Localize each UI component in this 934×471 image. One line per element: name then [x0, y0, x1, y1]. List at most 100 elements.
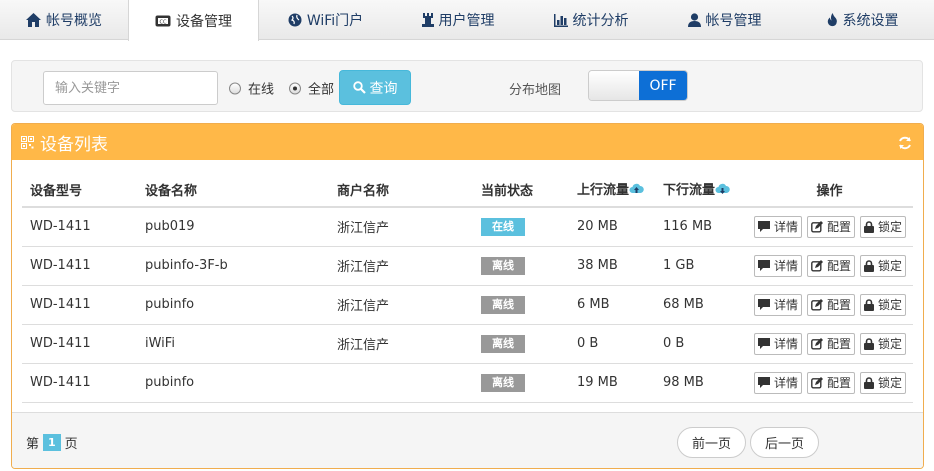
fire-icon: [827, 13, 838, 27]
map-toggle[interactable]: OFF: [588, 70, 688, 101]
query-button[interactable]: 查询: [339, 70, 411, 105]
tab-label: 系统设置: [842, 13, 899, 29]
config-label: 配置: [827, 337, 852, 351]
lock-button[interactable]: 锁定: [860, 254, 907, 277]
detail-label: 详情: [774, 337, 799, 351]
status-badge: 离线: [481, 295, 525, 314]
cell-name: iWiFi: [137, 324, 329, 364]
comment-icon: [758, 299, 772, 310]
col-upload[interactable]: 上行流量: [569, 172, 655, 208]
lock-icon: [864, 337, 876, 350]
radio-all-label: 全部: [308, 82, 335, 98]
page-prefix: 第: [26, 437, 40, 452]
cell-status: 在线: [473, 207, 569, 247]
cell-upload: 0 B: [569, 324, 655, 364]
edit-icon: [811, 259, 825, 272]
detail-label: 详情: [774, 376, 799, 390]
config-button[interactable]: 配置: [807, 254, 856, 277]
bar-chart-icon: [553, 13, 568, 27]
cell-download: 116 MB: [655, 207, 746, 247]
config-button[interactable]: 配置: [807, 332, 856, 355]
tab-wifi-portal[interactable]: WiFi门户: [259, 0, 392, 40]
col-upload-label: 上行流量: [577, 183, 630, 199]
lock-label: 锁定: [878, 376, 903, 390]
col-download-label: 下行流量: [663, 183, 716, 199]
comment-icon: [758, 338, 772, 349]
config-button[interactable]: 配置: [807, 293, 856, 316]
col-download[interactable]: 下行流量: [655, 172, 746, 208]
edit-icon: [811, 298, 825, 311]
cell-model: WD-1411: [22, 363, 137, 403]
map-label: 分布地图: [509, 83, 562, 98]
cell-model: WD-1411: [22, 246, 137, 286]
cell-model: WD-1411: [22, 207, 137, 247]
config-button[interactable]: 配置: [807, 371, 856, 394]
col-merchant: 商户名称: [329, 172, 473, 208]
cell-download: 1 GB: [655, 246, 746, 286]
config-label: 配置: [827, 220, 852, 235]
cell-actions: 详情 配置 锁定: [746, 363, 913, 403]
lock-button[interactable]: 锁定: [860, 332, 907, 355]
tab-label: 帐号概览: [46, 13, 102, 29]
tab-system-settings[interactable]: 系统设置: [791, 0, 934, 40]
tab-user-management[interactable]: 用户管理: [392, 0, 524, 40]
lock-icon: [864, 298, 876, 311]
tab-account-management[interactable]: 帐号管理: [658, 0, 791, 40]
col-model: 设备型号: [22, 172, 137, 208]
lock-label: 锁定: [878, 220, 903, 235]
tab-label: 用户管理: [438, 13, 495, 29]
radio-circle-selected: [289, 82, 301, 94]
cell-actions: 详情 配置 锁定: [746, 285, 913, 325]
detail-button[interactable]: 详情: [754, 293, 803, 316]
table-row: WD-1411 iWiFi 浙江信产 离线 0 B0 B 详情 配置 锁定: [22, 324, 913, 364]
lock-button[interactable]: 锁定: [860, 293, 907, 316]
search-panel: 在线 全部 查询 分布地图 OFF: [11, 60, 923, 112]
table-row: WD-1411 pubinfo-3F-b 浙江信产 离线 38 MB 1 GB 详情 配置 锁定: [22, 246, 913, 286]
prev-page-button[interactable]: 前一页: [677, 427, 746, 458]
tab-device-management[interactable]: CC 设备管理: [128, 0, 259, 41]
lock-label: 锁定: [878, 298, 903, 312]
lock-label: 锁定: [878, 259, 903, 273]
cell-upload: 38 MB: [569, 246, 655, 286]
edit-icon: [811, 220, 825, 233]
cell-name: pubinfo: [137, 363, 329, 403]
toggle-handle: [589, 71, 639, 100]
detail-button[interactable]: 详情: [754, 332, 803, 355]
user-icon: [687, 13, 701, 27]
lock-button[interactable]: 锁定: [860, 215, 907, 238]
detail-label: 详情: [774, 259, 799, 273]
device-list-panel: 设备列表 设备型号 设备名称 商户名称 当前状态 上行流量 下行流量 操作 WD…: [11, 123, 924, 469]
cell-actions: 详情 配置 锁定: [746, 324, 913, 364]
detail-button[interactable]: 详情: [754, 254, 803, 277]
home-icon: [26, 13, 41, 27]
detail-button[interactable]: 详情: [754, 371, 803, 394]
cell-status: 离线: [473, 285, 569, 325]
col-status: 当前状态: [473, 172, 569, 208]
next-page-button[interactable]: 后一页: [750, 427, 819, 458]
cloud-upload-icon: [629, 183, 644, 199]
svg-text:CC: CC: [160, 19, 167, 25]
status-badge: 离线: [481, 334, 525, 353]
edit-icon: [811, 337, 825, 350]
keyword-input[interactable]: [43, 71, 218, 105]
cell-actions: 详情 配置 锁定: [746, 246, 913, 286]
lock-icon: [864, 259, 876, 272]
cell-merchant: 浙江信产: [329, 285, 473, 325]
table-header-row: 设备型号 设备名称 商户名称 当前状态 上行流量 下行流量 操作: [22, 172, 913, 208]
refresh-icon[interactable]: [898, 135, 912, 155]
radio-online[interactable]: 在线: [229, 79, 274, 98]
detail-button[interactable]: 详情: [754, 215, 803, 238]
cell-download: 68 MB: [655, 285, 746, 325]
search-icon: [352, 81, 366, 94]
tab-statistics[interactable]: 统计分析: [524, 0, 658, 40]
page-suffix: 页: [64, 437, 78, 452]
query-label: 查询: [369, 80, 398, 97]
tab-account-overview[interactable]: 帐号概览: [0, 0, 128, 40]
user-manage-icon: [421, 13, 434, 27]
radio-all[interactable]: 全部: [289, 79, 334, 98]
lock-button[interactable]: 锁定: [860, 371, 907, 394]
cell-model: WD-1411: [22, 324, 137, 364]
radio-online-label: 在线: [248, 82, 275, 98]
lock-icon: [864, 220, 876, 233]
config-button[interactable]: 配置: [807, 215, 856, 238]
